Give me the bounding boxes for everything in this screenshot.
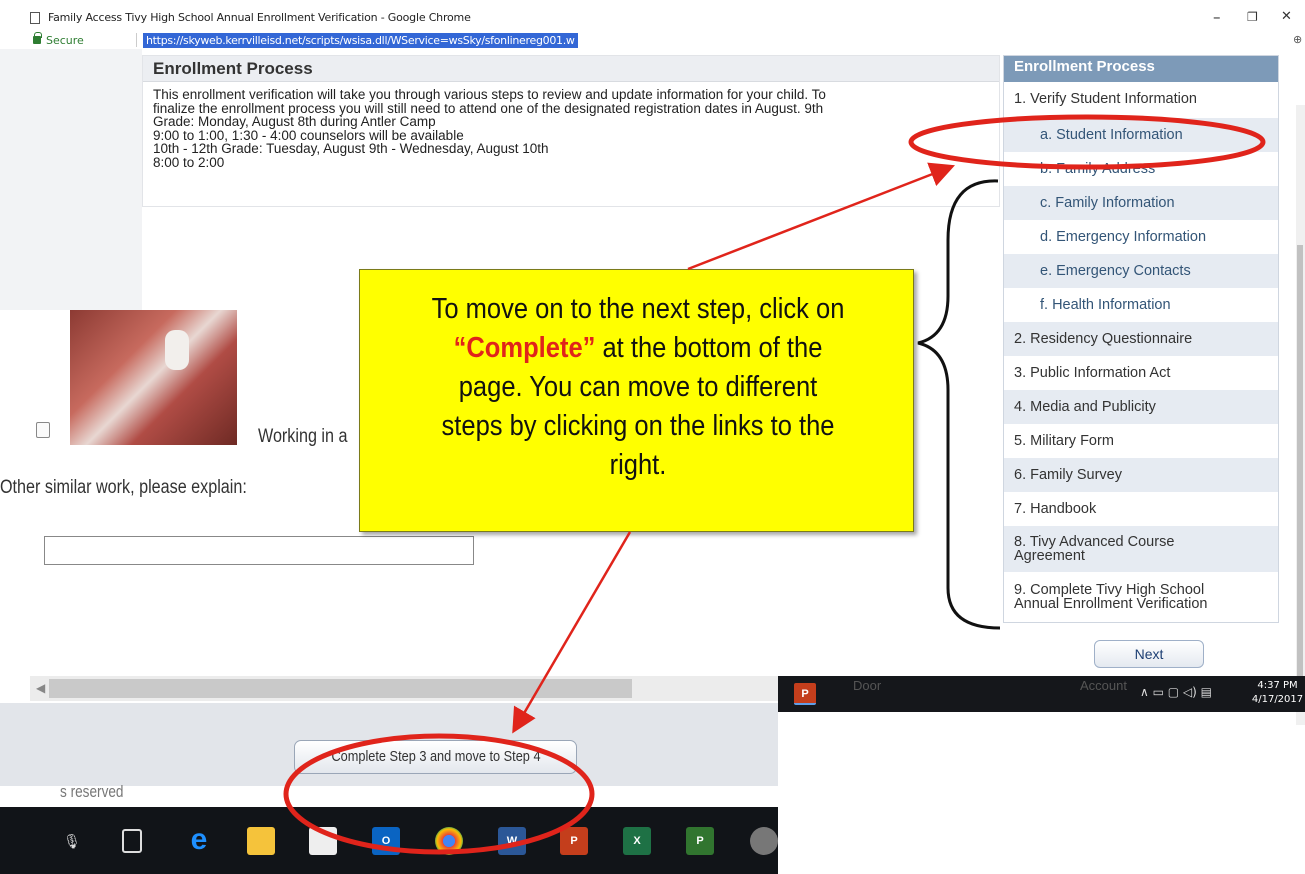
address-bar[interactable]: Secure https://skyweb.kerrvilleisd.net/s… <box>0 32 1305 49</box>
sidebar-item-label: 7. Handbook <box>1014 501 1097 517</box>
outlook-icon[interactable]: O <box>372 827 400 855</box>
other-work-label: Other similar work, please explain: <box>0 477 247 498</box>
sidebar-item-label: f. Health Information <box>1040 297 1171 313</box>
sidebar-item-complete-enrollment-verification[interactable]: 9. Complete Tivy High School Annual Enro… <box>1004 572 1278 622</box>
body-line: This enrollment verification will take y… <box>153 87 826 102</box>
horizontal-scrollbar[interactable]: ◀ <box>30 676 778 701</box>
task-view-icon[interactable] <box>122 829 142 853</box>
window-title: Family Access Tivy High School Annual En… <box>48 11 471 24</box>
background-text: Account <box>1080 678 1127 693</box>
callout-line: right. <box>609 449 667 481</box>
clock-date: 4/17/2017 <box>1251 694 1304 705</box>
page-icon <box>30 12 40 24</box>
sidebar-item-family-address[interactable]: b. Family Address <box>1004 152 1278 186</box>
chrome-title-bar: Family Access Tivy High School Annual En… <box>0 0 1305 32</box>
sidebar-item-label: 6. Family Survey <box>1014 467 1122 483</box>
panel-body: This enrollment verification will take y… <box>153 88 993 169</box>
sidebar-item-student-information[interactable]: a. Student Information <box>1004 118 1278 152</box>
callout-line-rest: at the bottom of the <box>595 332 823 364</box>
url-field[interactable]: https://skyweb.kerrvilleisd.net/scripts/… <box>143 33 578 48</box>
address-separator <box>136 33 137 47</box>
sidebar-item-military-form[interactable]: 5. Military Form <box>1004 424 1278 458</box>
zoom-icon[interactable]: ⊕ <box>1293 33 1302 46</box>
sidebar-item-label: 3. Public Information Act <box>1014 365 1171 381</box>
clock-time: 4:37 PM <box>1257 680 1298 691</box>
lock-icon <box>33 32 42 44</box>
sidebar-item-health-information[interactable]: f. Health Information <box>1004 288 1278 322</box>
callout-line: steps by clicking on the links to the <box>441 410 835 442</box>
secure-label[interactable]: Secure <box>46 34 84 47</box>
panel-title: Enrollment Process <box>143 56 999 82</box>
body-line: 10th - 12th Grade: Tuesday, August 9th -… <box>153 141 549 156</box>
complete-step-button[interactable]: Complete Step 3 and move to Step 4 <box>294 740 577 774</box>
callout-text: To move on to the next step, click on “C… <box>374 290 902 485</box>
excel-icon[interactable]: X <box>623 827 651 855</box>
working-checkbox[interactable] <box>36 422 50 438</box>
word-icon[interactable]: W <box>498 827 526 855</box>
page-scrollbar[interactable] <box>1296 105 1305 725</box>
scroll-left-icon[interactable]: ◀ <box>36 681 45 695</box>
next-button[interactable]: Next <box>1094 640 1204 668</box>
sidebar-item-label: b. Family Address <box>1040 161 1156 177</box>
body-line: 8:00 to 2:00 <box>153 154 225 170</box>
scrollbar-thumb[interactable] <box>49 679 632 698</box>
body-line: 9:00 to 1:00, 1:30 - 4:00 counselors wil… <box>153 127 464 143</box>
background-text: Door <box>853 678 882 693</box>
sidebar-item-label: 1. Verify Student Information <box>1014 91 1197 107</box>
microphone-icon[interactable]: 🎙 <box>58 827 86 855</box>
system-clock[interactable]: 4:37 PM 4/17/2017 <box>1250 679 1305 707</box>
system-tray-icons[interactable]: ∧ ▭ ▢ ◁) ▤ <box>1140 685 1212 699</box>
sidebar-item-label: 9. Complete Tivy High School Annual Enro… <box>1014 582 1208 612</box>
meat-processing-photo <box>70 310 237 445</box>
minimize-button[interactable]: – <box>1213 8 1221 26</box>
store-icon[interactable] <box>309 827 337 855</box>
powerpoint-icon[interactable]: P <box>560 827 588 855</box>
sidebar-item-label: 4. Media and Publicity <box>1014 399 1156 415</box>
sidebar-item-label: 2. Residency Questionnaire <box>1014 331 1193 347</box>
scrollbar-thumb[interactable] <box>1297 245 1303 685</box>
chrome-icon[interactable] <box>435 827 463 855</box>
close-button[interactable]: ✕ <box>1281 9 1292 24</box>
windows-taskbar: 🎙 e O W P X P <box>0 807 778 874</box>
enrollment-steps-sidebar: Enrollment Process 1. Verify Student Inf… <box>1003 55 1279 623</box>
sidebar-item-label: 5. Military Form <box>1014 433 1114 449</box>
enrollment-process-panel: Enrollment Process This enrollment verif… <box>142 55 1000 207</box>
sidebar-item-family-survey[interactable]: 6. Family Survey <box>1004 458 1278 492</box>
sidebar-item-media-and-publicity[interactable]: 4. Media and Publicity <box>1004 390 1278 424</box>
powerpoint-icon[interactable]: P <box>794 683 816 705</box>
body-line: Grade: Monday, August 8th during Antler … <box>153 114 436 129</box>
sidebar-item-residency-questionnaire[interactable]: 2. Residency Questionnaire <box>1004 322 1278 356</box>
sidebar-item-label: e. Emergency Contacts <box>1040 263 1191 279</box>
sidebar-item-handbook[interactable]: 7. Handbook <box>1004 492 1278 526</box>
edge-icon[interactable]: e <box>185 825 213 855</box>
sidebar-item-public-information-act[interactable]: 3. Public Information Act <box>1004 356 1278 390</box>
sidebar-header: Enrollment Process <box>1004 56 1278 82</box>
footer-text: s reserved <box>60 782 124 801</box>
project-icon[interactable]: P <box>686 827 714 855</box>
sidebar-item-family-information[interactable]: c. Family Information <box>1004 186 1278 220</box>
sidebar-item-emergency-information[interactable]: d. Emergency Information <box>1004 220 1278 254</box>
body-line: finalize the enrollment process you will… <box>153 100 824 116</box>
screenshot-root: Family Access Tivy High School Annual En… <box>0 0 1305 874</box>
restore-button[interactable]: ❐ <box>1247 10 1258 24</box>
working-label: Working in a <box>258 426 348 447</box>
sidebar-item-label: a. Student Information <box>1040 127 1183 143</box>
sidebar-item-verify-student-information[interactable]: 1. Verify Student Information <box>1004 91 1278 107</box>
sidebar-item-label: c. Family Information <box>1040 195 1175 211</box>
sidebar-item-label: d. Emergency Information <box>1040 229 1207 245</box>
sidebar-item-label: 8. Tivy Advanced Course Agreement <box>1014 534 1175 564</box>
complete-step-label: Complete Step 3 and move to Step 4 <box>330 748 541 765</box>
callout-line: “Complete” at the bottom of the <box>406 329 871 368</box>
app-icon[interactable] <box>750 827 778 855</box>
windows-taskbar-right: Door Account P ∧ ▭ ▢ ◁) ▤ 4:37 PM 4/17/2… <box>778 676 1305 712</box>
instruction-callout: To move on to the next step, click on “C… <box>359 269 914 532</box>
complete-highlight: “Complete” <box>453 332 596 364</box>
sidebar-item-advanced-course-agreement[interactable]: 8. Tivy Advanced Course Agreement <box>1004 526 1278 572</box>
sidebar-item-emergency-contacts[interactable]: e. Emergency Contacts <box>1004 254 1278 288</box>
callout-line: page. You can move to different <box>458 371 818 403</box>
other-work-input[interactable] <box>44 536 474 565</box>
file-explorer-icon[interactable] <box>247 827 275 855</box>
callout-line: To move on to the next step, click on <box>431 293 845 325</box>
